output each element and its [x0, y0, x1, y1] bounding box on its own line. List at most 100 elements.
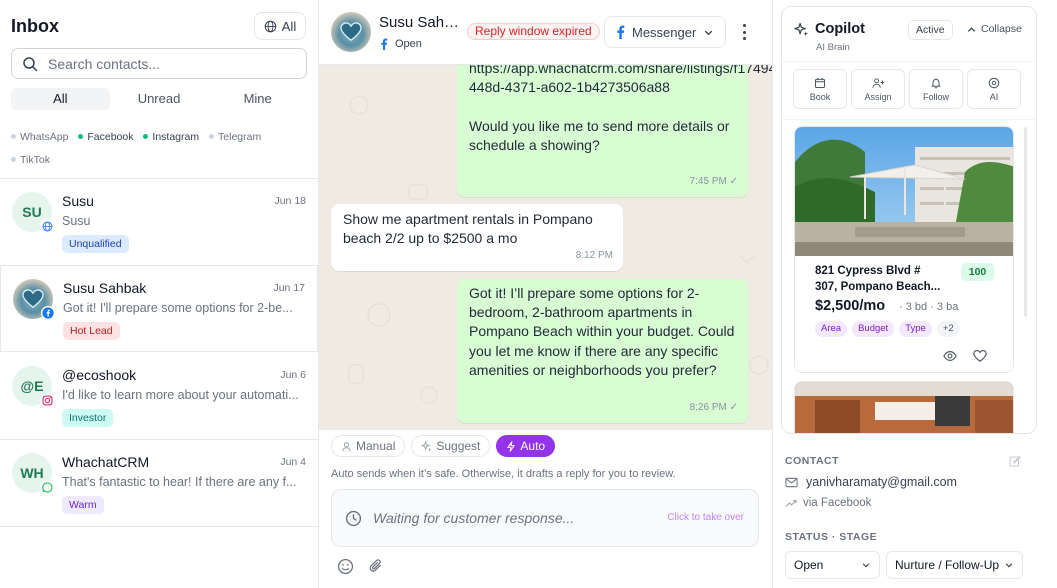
- avatar[interactable]: [331, 12, 371, 52]
- inbox-header: Inbox All: [11, 12, 306, 40]
- tab-unread[interactable]: Unread: [110, 88, 209, 110]
- clock-icon: [345, 510, 362, 527]
- all-inboxes-button[interactable]: All: [254, 12, 306, 40]
- conversation-item[interactable]: SU Susu Jun 18 Susu Unqualified: [0, 179, 318, 266]
- listing-card[interactable]: 821 Cypress Blvd # 307, Pompano Beach...…: [794, 126, 1014, 373]
- chat-status: Open: [379, 38, 422, 50]
- action-label: AI: [989, 91, 999, 102]
- divider: [782, 61, 1036, 62]
- channel-dot-icon: [209, 134, 215, 139]
- message-incoming: Show me apartment rentals in Pompano bea…: [331, 204, 623, 271]
- facebook-icon: [381, 38, 388, 50]
- lead-tag: Warm: [62, 496, 104, 514]
- contact-name: @ecoshook: [62, 367, 137, 383]
- channel-dot-icon: [11, 134, 16, 139]
- conversation-date: Jun 4: [280, 456, 306, 468]
- channel-tiktok[interactable]: TikTok: [11, 149, 50, 172]
- contact-section-label: CONTACT: [785, 455, 840, 467]
- search-box[interactable]: [11, 48, 307, 79]
- ai-icon: [988, 77, 1000, 88]
- reply-window-badge: Reply window expired: [467, 23, 600, 40]
- mode-suggest-button[interactable]: Suggest: [411, 435, 491, 457]
- copilot-title-row: Copilot: [794, 21, 865, 37]
- contact-source-text: via Facebook: [803, 497, 872, 509]
- book-button[interactable]: Book: [793, 69, 847, 109]
- reply-mode-toggle: Manual Suggest Auto: [331, 435, 556, 457]
- chat-header: Susu Sahbak Open Reply window expired Me…: [319, 0, 772, 65]
- channel-dot-icon: [11, 157, 16, 162]
- divider: [782, 119, 1036, 120]
- conversation-sidebar: Inbox All All Unread Mine WhatsApp Faceb…: [0, 0, 319, 588]
- contact-email[interactable]: yanivharamaty@gmail.com: [785, 475, 957, 489]
- chevron-down-icon: [862, 563, 870, 568]
- status-select[interactable]: Open: [785, 551, 880, 579]
- more-options-icon[interactable]: [737, 22, 751, 42]
- channel-label: Telegram: [218, 131, 262, 143]
- search-icon: [23, 56, 38, 71]
- chevron-down-icon: [705, 30, 713, 35]
- tab-mine[interactable]: Mine: [208, 88, 307, 110]
- listing-photo: [795, 382, 1013, 433]
- eye-icon[interactable]: [943, 349, 957, 363]
- mode-label: Auto: [520, 439, 546, 453]
- globe-icon: [264, 20, 277, 32]
- tab-all[interactable]: All: [11, 88, 110, 110]
- scrollbar[interactable]: [1024, 127, 1027, 317]
- heart-icon: [340, 22, 362, 42]
- instagram-icon: [40, 393, 54, 407]
- copilot-card: Copilot AI Brain Active Collapse Book As…: [781, 6, 1037, 434]
- listing-actions: [943, 349, 987, 363]
- channel-dot-icon: [78, 134, 84, 139]
- status-stage-label: STATUS · STAGE: [785, 531, 878, 543]
- collapse-label: Collapse: [981, 23, 1022, 35]
- listing-card[interactable]: [794, 381, 1014, 433]
- mode-auto-button[interactable]: Auto: [496, 435, 556, 457]
- copilot-status-badge[interactable]: Active: [908, 20, 953, 40]
- channel-select[interactable]: Messenger: [604, 16, 726, 48]
- message-preview: Got it! I'll prepare some options for 2-…: [63, 301, 293, 315]
- lead-tag: Unqualified: [62, 235, 129, 253]
- match-chip-more[interactable]: +2: [936, 321, 960, 337]
- user-plus-icon: [871, 77, 884, 88]
- reply-composer: Manual Suggest Auto Auto sends when it’s…: [319, 430, 772, 588]
- channel-telegram[interactable]: Telegram: [209, 126, 261, 149]
- message-preview: That's fantastic to hear! If there are a…: [62, 475, 297, 489]
- collapse-button[interactable]: Collapse: [966, 23, 1022, 35]
- contact-name: WhachatCRM: [62, 454, 150, 470]
- copilot-subtitle: AI Brain: [816, 42, 850, 53]
- follow-button[interactable]: Follow: [909, 69, 963, 109]
- mode-manual-button[interactable]: Manual: [331, 435, 406, 457]
- conversation-item[interactable]: @E @ecoshook Jun 6 I'd like to learn mor…: [0, 353, 318, 440]
- channel-instagram[interactable]: Instagram: [143, 126, 199, 149]
- edit-icon[interactable]: [1009, 455, 1021, 467]
- ai-button[interactable]: AI: [967, 69, 1021, 109]
- lightning-icon: [507, 440, 516, 452]
- message-composer[interactable]: Waiting for customer response... Click t…: [331, 489, 759, 547]
- conversation-date: Jun 17: [273, 282, 305, 294]
- take-over-link[interactable]: Click to take over: [667, 512, 744, 523]
- chevron-down-icon: [1005, 563, 1013, 568]
- bell-icon: [931, 78, 941, 88]
- message-thread[interactable]: https://app.whachatcrm.com/share/listing…: [319, 65, 772, 430]
- contact-name: Susu: [62, 193, 94, 209]
- assign-button[interactable]: Assign: [851, 69, 905, 109]
- message-preview: I'd like to learn more about your automa…: [62, 388, 299, 402]
- contact-email-text: yanivharamaty@gmail.com: [806, 475, 957, 489]
- conversation-date: Jun 18: [274, 195, 306, 207]
- conversation-item-selected[interactable]: Susu Sahbak Jun 17 Got it! I'll prepare …: [0, 265, 318, 352]
- channel-whatsapp[interactable]: WhatsApp: [11, 126, 68, 149]
- search-input[interactable]: [48, 55, 298, 72]
- channel-select-label: Messenger: [632, 24, 697, 40]
- channel-facebook[interactable]: Facebook: [78, 126, 134, 149]
- message-text: Show me apartment rentals in Pompano bea…: [343, 211, 593, 247]
- user-icon: [342, 441, 351, 451]
- copilot-title: Copilot: [815, 21, 865, 37]
- conversation-item[interactable]: WH WhachatCRM Jun 4 That's fantastic to …: [0, 440, 318, 527]
- heart-outline-icon[interactable]: [973, 349, 987, 363]
- paperclip-icon[interactable]: [368, 558, 385, 575]
- stage-select[interactable]: Nurture / Follow-Up: [886, 551, 1023, 579]
- conversation-date: Jun 6: [280, 369, 306, 381]
- message-outgoing: Got it! I’ll prepare some options for 2-…: [457, 279, 748, 423]
- status-select-value: Open: [794, 558, 824, 572]
- emoji-icon[interactable]: [337, 558, 354, 575]
